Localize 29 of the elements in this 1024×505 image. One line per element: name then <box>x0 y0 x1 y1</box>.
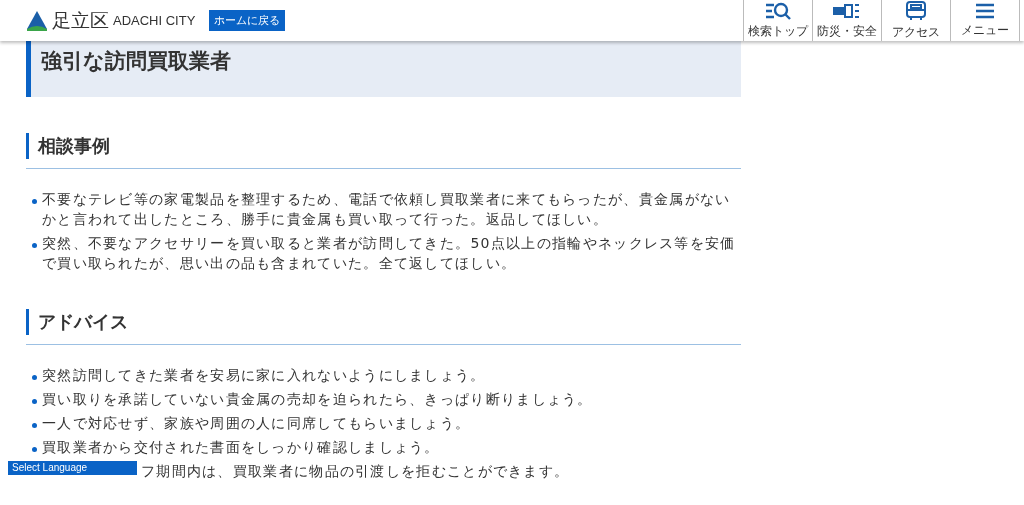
bullet-icon <box>32 375 37 380</box>
bus-icon <box>905 0 927 21</box>
list-item-text: 買取業者から交付された書面をしっかり確認しましょう。 <box>42 438 440 457</box>
list-item-text: 突然、不要なアクセサリーを買い取ると業者が訪問してきた。50点以上の指輪やネックレス等を安価で買い取られたが、思い出の品も含まれていた。全て返してほしい。 <box>42 234 737 273</box>
list-item-text: フ期間内は、買取業者に物品の引渡しを拒むことができます。 <box>141 462 570 481</box>
page-title: 強引な訪問買取業者 <box>26 41 741 97</box>
nav-label[interactable]: 防災・安全 <box>817 22 877 40</box>
section-heading: 相談事例 <box>26 133 110 159</box>
bullet-icon <box>32 399 37 404</box>
logo-subtext: ADACHI CITY <box>113 13 196 28</box>
search-icon <box>765 1 791 20</box>
section-heading: アドバイス <box>26 309 128 335</box>
list-item-text: 一人で対応せず、家族や周囲の人に同席してもらいましょう。 <box>42 414 471 433</box>
list-item-text: 不要なテレビ等の家電製品を整理するため、電話で依頼し買取業者に来てもらったが、貴金属がないかと言われて出したところ、勝手に貴金属も買い取って行った。返品してほしい。 <box>42 190 732 229</box>
menu-icon <box>975 2 995 19</box>
bullet-icon <box>32 447 37 452</box>
home-button[interactable]: ホームに戻る <box>209 10 286 31</box>
flashlight-icon <box>832 1 862 20</box>
bullet-icon <box>32 243 37 248</box>
bullet-icon <box>32 423 37 428</box>
nav-label[interactable]: 検索トップ <box>748 22 808 40</box>
list-item-text: 突然訪問してきた業者を安易に家に入れないようにしましょう。 <box>42 366 486 385</box>
mountain-logo-icon <box>26 9 48 32</box>
nav-label[interactable]: アクセス <box>892 23 940 41</box>
nav-label[interactable]: メニュー <box>961 21 1009 39</box>
list-item-text: 買い取りを承諾していない貴金属の売却を迫られたら、きっぱり断りましょう。 <box>42 390 593 409</box>
language-select[interactable]: Select Language <box>8 461 137 475</box>
bullet-icon <box>32 199 37 204</box>
logo-text: 足立区 <box>52 7 109 33</box>
